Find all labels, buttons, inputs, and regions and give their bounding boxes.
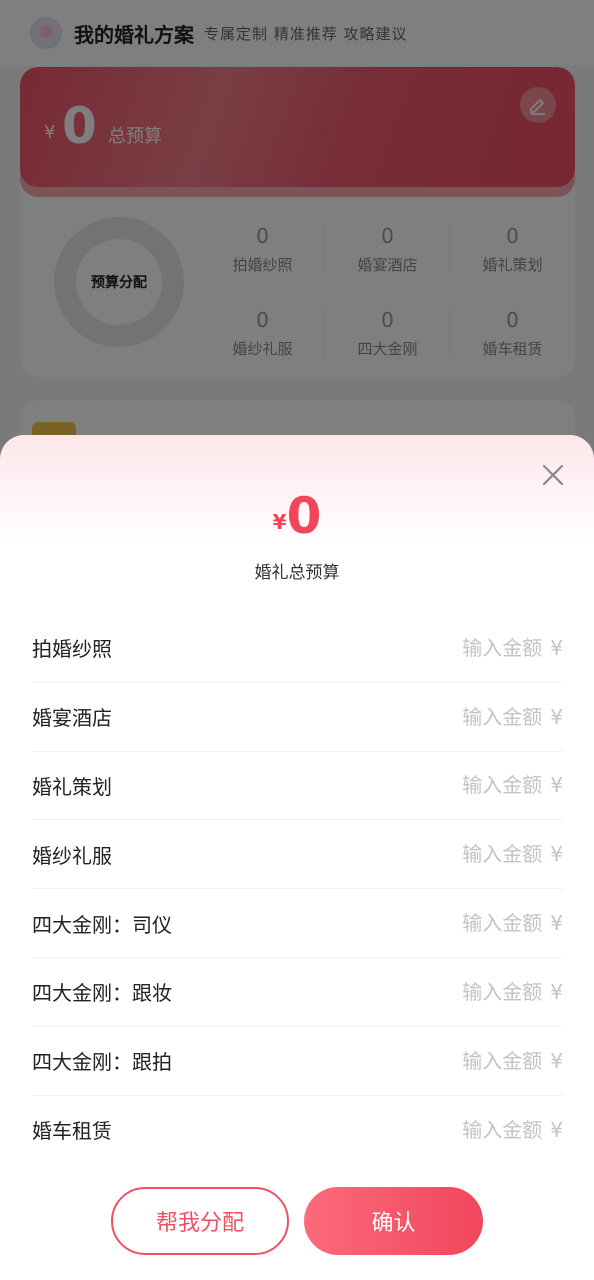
budget-amount-input[interactable] xyxy=(392,1048,543,1073)
input-currency: ¥ xyxy=(550,704,563,729)
budget-item-input-group: ¥ xyxy=(392,704,563,729)
budget-item-row: 婚宴酒店 ¥ xyxy=(32,683,563,752)
budget-item-input-group: ¥ xyxy=(392,1048,563,1073)
budget-item-label: 婚车租赁 xyxy=(32,1119,112,1144)
budget-item-row: 四大金刚：跟拍 ¥ xyxy=(32,1027,563,1096)
budget-item-label: 婚礼策划 xyxy=(32,774,112,799)
budget-item-row: 四大金刚：司仪 ¥ xyxy=(32,889,563,958)
total-budget-amount: ¥0 xyxy=(0,487,594,545)
input-currency: ¥ xyxy=(550,1048,563,1073)
budget-item-label: 四大金刚：司仪 xyxy=(32,912,172,937)
close-icon xyxy=(542,464,564,486)
total-value: 0 xyxy=(286,487,322,545)
budget-amount-input[interactable] xyxy=(392,773,543,798)
budget-item-input-group: ¥ xyxy=(392,979,563,1004)
budget-item-label: 婚纱礼服 xyxy=(32,843,112,868)
input-currency: ¥ xyxy=(550,635,563,660)
budget-item-input-group: ¥ xyxy=(392,842,563,867)
budget-amount-input[interactable] xyxy=(392,911,543,936)
budget-item-label: 拍婚纱照 xyxy=(32,637,112,662)
close-button[interactable] xyxy=(538,460,568,490)
budget-amount-input[interactable] xyxy=(392,842,543,867)
budget-item-row: 婚礼策划 ¥ xyxy=(32,752,563,821)
confirm-button[interactable]: 确认 xyxy=(304,1187,483,1255)
budget-amount-input[interactable] xyxy=(392,635,543,660)
input-currency: ¥ xyxy=(550,773,563,798)
budget-item-label: 四大金刚：跟妆 xyxy=(32,981,172,1006)
budget-item-input-group: ¥ xyxy=(392,911,563,936)
budget-amount-input[interactable] xyxy=(392,1117,543,1142)
budget-item-label: 婚宴酒店 xyxy=(32,706,112,731)
input-currency: ¥ xyxy=(550,911,563,936)
input-currency: ¥ xyxy=(550,1117,563,1142)
input-currency: ¥ xyxy=(550,842,563,867)
budget-item-list: 拍婚纱照 ¥ 婚宴酒店 ¥ 婚礼策划 ¥ 婚纱礼服 ¥ 四大金刚：司仪 ¥ xyxy=(32,614,563,1164)
auto-allocate-button[interactable]: 帮我分配 xyxy=(111,1187,289,1255)
input-currency: ¥ xyxy=(550,979,563,1004)
budget-item-input-group: ¥ xyxy=(392,635,563,660)
budget-amount-input[interactable] xyxy=(392,979,543,1004)
budget-item-row: 四大金刚：跟妆 ¥ xyxy=(32,958,563,1027)
budget-amount-input[interactable] xyxy=(392,704,543,729)
budget-item-row: 婚纱礼服 ¥ xyxy=(32,820,563,890)
total-currency: ¥ xyxy=(272,510,287,534)
budget-item-row: 婚车租赁 ¥ xyxy=(32,1096,563,1165)
total-budget-label: 婚礼总预算 xyxy=(254,563,340,583)
budget-item-input-group: ¥ xyxy=(392,1117,563,1142)
budget-item-label: 四大金刚：跟拍 xyxy=(32,1050,172,1075)
budget-item-row: 拍婚纱照 ¥ xyxy=(32,614,563,683)
budget-item-input-group: ¥ xyxy=(392,773,563,798)
